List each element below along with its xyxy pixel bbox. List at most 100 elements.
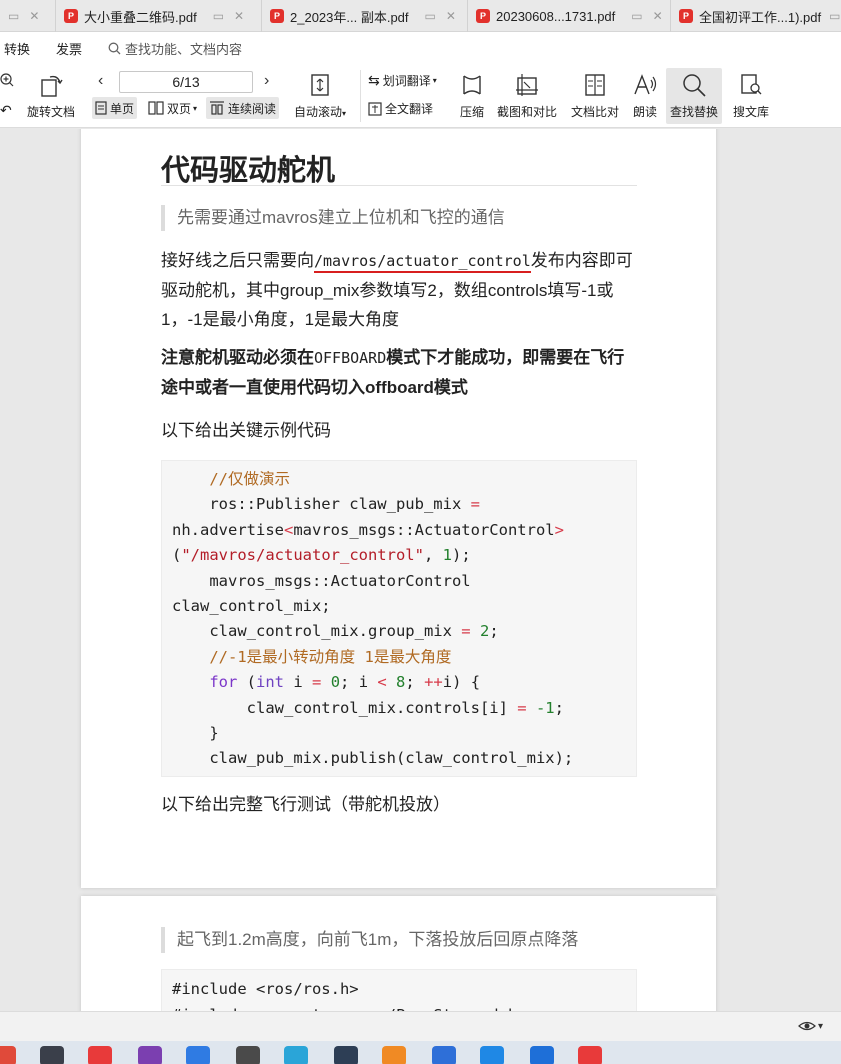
- auto-scroll-button[interactable]: 自动滚动▾: [290, 70, 350, 120]
- close-icon[interactable]: ✕: [653, 9, 663, 23]
- onenote-app-icon[interactable]: [138, 1046, 162, 1064]
- menu-bar: 转换 发票 查找功能、文档内容: [0, 32, 841, 64]
- auto-scroll-label: 自动滚动▾: [293, 105, 347, 119]
- screenshot-compare-label: 截图和对比: [496, 105, 557, 119]
- rotate-document-icon: [38, 70, 64, 100]
- doc-compare-icon: [583, 70, 607, 100]
- pdf-icon: P: [679, 9, 693, 23]
- terminal-app-icon[interactable]: [334, 1046, 358, 1064]
- tab-document[interactable]: P 2_2023年... 副本.pdf ▭ ✕: [262, 0, 468, 32]
- eye-protection-button[interactable]: ▾: [798, 1019, 823, 1033]
- find-replace-button[interactable]: 查找替换: [666, 68, 722, 124]
- eye-icon: [798, 1021, 816, 1031]
- auto-scroll-icon: [309, 70, 331, 100]
- camera-app-icon[interactable]: [236, 1046, 260, 1064]
- tab-title: 2_2023年... 副本.pdf: [290, 9, 409, 25]
- edge-browser-icon[interactable]: [284, 1046, 308, 1064]
- translate-icon: ⇆: [368, 72, 380, 88]
- wps-app-icon[interactable]: [578, 1046, 602, 1064]
- close-icon[interactable]: ✕: [446, 9, 456, 23]
- full-translate-button[interactable]: 全文翻译: [368, 100, 433, 117]
- rotate-document-button[interactable]: 旋转文档: [24, 70, 78, 120]
- code-line: claw_control_mix.controls[i] = -1;: [246, 698, 564, 717]
- status-bar: ▾: [0, 1011, 841, 1041]
- tab-document[interactable]: P 大小重叠二维码.pdf ▭ ✕: [56, 0, 262, 32]
- menu-convert[interactable]: 转换: [4, 39, 30, 58]
- feishu-app-icon[interactable]: [480, 1046, 504, 1064]
- menu-invoice[interactable]: 发票: [56, 39, 82, 58]
- close-icon[interactable]: ✕: [29, 9, 39, 23]
- code-line: }: [209, 724, 219, 743]
- tab-document[interactable]: P 全国初评工作...1).pdf ▭: [671, 0, 841, 32]
- compress-button[interactable]: 压缩: [456, 70, 488, 120]
- code-block: #include <ros/ros.h> #include <geometry_m…: [161, 969, 637, 1011]
- mail-app-icon[interactable]: [40, 1046, 64, 1064]
- pin-icon[interactable]: ▭: [8, 9, 19, 23]
- dropdown-icon: ▾: [432, 76, 437, 85]
- next-page-button[interactable]: ›: [264, 72, 269, 90]
- tab-title: 20230608...1731.pdf: [496, 8, 616, 24]
- pin-icon[interactable]: ▭: [829, 9, 840, 23]
- pin-icon[interactable]: ▭: [213, 9, 224, 23]
- meeting-app-icon[interactable]: [186, 1046, 210, 1064]
- page-number-input[interactable]: 6/13: [119, 71, 253, 93]
- continuous-reading-label: 连续阅读: [228, 101, 277, 116]
- single-page-icon: [95, 101, 107, 115]
- blockquote: 起飞到1.2m高度，向前飞1m，下落投放后回原点降落: [161, 927, 637, 953]
- page-indicator: 6/13: [172, 74, 200, 90]
- document-page: 代码驱动舵机 先需要通过mavros建立上位机和飞控的通信 接好线之后只需要向/…: [81, 129, 716, 888]
- search-placeholder: 查找功能、文档内容: [125, 41, 243, 57]
- heading-rule: [161, 185, 637, 186]
- continuous-reading-icon: [209, 101, 225, 115]
- firefox-browser-icon[interactable]: [382, 1046, 406, 1064]
- compress-icon: [460, 70, 484, 100]
- pin-icon[interactable]: ▭: [425, 9, 436, 23]
- continuous-reading-button[interactable]: 连续阅读: [206, 97, 280, 119]
- paragraph-publish: 接好线之后只需要向/mavros/actuator_control发布内容即可驱…: [161, 251, 633, 329]
- find-replace-icon: [681, 70, 707, 100]
- search-library-button[interactable]: 搜文库: [732, 70, 770, 120]
- rotate-left-button[interactable]: ↶: [0, 102, 12, 119]
- double-page-button[interactable]: 双页 ▾: [148, 97, 197, 119]
- screenshot-compare-button[interactable]: 截图和对比: [496, 70, 558, 120]
- search-library-icon: [739, 70, 763, 100]
- code-line: #include <ros/ros.h>: [172, 980, 359, 998]
- full-translate-icon: [368, 101, 382, 116]
- code-line: claw_pub_mix.publish(claw_control_mix);: [209, 749, 574, 768]
- double-page-label: 双页: [167, 101, 192, 116]
- tab-document[interactable]: P 20230608...1731.pdf ▭ ✕: [468, 0, 671, 32]
- taskbar: [0, 1041, 841, 1064]
- search-icon: [108, 42, 121, 54]
- code-line: //仅做演示: [209, 470, 290, 488]
- search-library-label: 搜文库: [732, 105, 769, 119]
- prev-page-button[interactable]: ‹: [98, 72, 103, 90]
- phone-app-icon[interactable]: [530, 1046, 554, 1064]
- paragraph-full-test-intro: 以下给出完整飞行测试（带舵机投放）: [161, 795, 450, 814]
- pin-icon[interactable]: ▭: [631, 9, 642, 23]
- app-icon[interactable]: [0, 1046, 16, 1064]
- document-viewer[interactable]: 代码驱动舵机 先需要通过mavros建立上位机和飞控的通信 接好线之后只需要向/…: [0, 129, 841, 1011]
- close-icon[interactable]: ✕: [234, 9, 244, 23]
- find-replace-label: 查找替换: [669, 105, 718, 119]
- word-translate-button[interactable]: ⇆ 划词翻译 ▾: [368, 72, 437, 89]
- code-line: ("/mavros/actuator_control", 1);: [172, 546, 471, 565]
- single-page-button[interactable]: 单页: [92, 97, 138, 119]
- zoom-in-icon: [0, 73, 14, 87]
- dictionary-app-icon[interactable]: [88, 1046, 112, 1064]
- code-block: //仅做演示 ros::Publisher claw_pub_mix = nh.a…: [161, 460, 637, 777]
- screenshot-icon: [514, 70, 540, 100]
- single-page-label: 单页: [110, 101, 135, 116]
- code-line: nh.advertise<mavros_msgs::ActuatorContro…: [172, 520, 564, 539]
- pdf-icon: P: [476, 9, 490, 23]
- search-input[interactable]: 查找功能、文档内容: [108, 39, 242, 58]
- zoom-in-button[interactable]: [0, 72, 14, 90]
- compress-label: 压缩: [459, 105, 484, 119]
- read-aloud-button[interactable]: 朗读: [630, 70, 660, 120]
- vscode-app-icon[interactable]: [432, 1046, 456, 1064]
- rotate-document-label: 旋转文档: [26, 105, 75, 119]
- doc-compare-button[interactable]: 文档比对: [569, 70, 621, 120]
- offboard-inline-code: OFFBOARD: [314, 349, 387, 367]
- doc-compare-label: 文档比对: [570, 105, 619, 119]
- read-aloud-label: 朗读: [632, 105, 657, 119]
- tab-previous[interactable]: ▭ ✕: [0, 0, 56, 32]
